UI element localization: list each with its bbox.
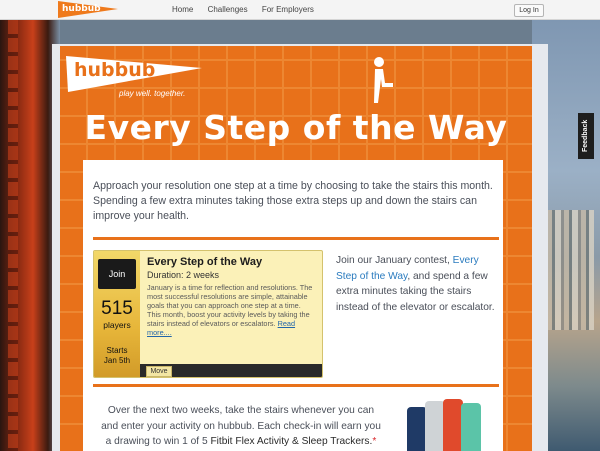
background-photo-left bbox=[0, 20, 60, 451]
join-button[interactable]: Join bbox=[98, 259, 136, 289]
brand-name: hubbub bbox=[62, 4, 101, 14]
campaign-banner: hubbub play well. together. Every Step o… bbox=[60, 46, 532, 451]
challenge-duration: Duration: 2 weeks bbox=[147, 270, 220, 280]
challenge-footer: Move bbox=[140, 364, 322, 377]
start-date: Starts Jan 5th bbox=[94, 346, 140, 366]
login-button[interactable]: Log In bbox=[514, 4, 544, 17]
challenge-card[interactable]: Join 515 players Starts Jan 5th Every St… bbox=[93, 250, 323, 378]
challenge-sidebar: Join 515 players Starts Jan 5th bbox=[94, 251, 140, 377]
stairs-walker-icon bbox=[374, 57, 393, 103]
intro-paragraph: Approach your resolution one step at a t… bbox=[93, 180, 493, 222]
page-title: Every Step of the Way bbox=[84, 108, 508, 147]
starts-label: Starts bbox=[106, 346, 128, 355]
challenge-title[interactable]: Every Step of the Way bbox=[147, 256, 319, 268]
prize-highlight: Fitbit Flex Activity & Sleep Trackers. bbox=[210, 436, 373, 447]
starts-date: Jan 5th bbox=[103, 356, 131, 365]
nav-challenges[interactable]: Challenges bbox=[208, 5, 248, 14]
nav-home[interactable]: Home bbox=[172, 5, 193, 14]
divider bbox=[93, 384, 499, 387]
fitbit-trackers-image bbox=[407, 399, 481, 451]
contest-paragraph: Join our January contest, Every Step of … bbox=[336, 253, 496, 315]
players-count: 515 bbox=[101, 298, 133, 319]
move-button[interactable]: Move bbox=[146, 366, 172, 377]
contest-text-prefix: Join our January contest, bbox=[336, 255, 453, 266]
nav-for-employers[interactable]: For Employers bbox=[262, 5, 314, 14]
challenge-description-1: January is a time for reflection and res… bbox=[147, 283, 313, 310]
feedback-tab[interactable]: Feedback bbox=[578, 113, 594, 159]
prize-paragraph: Over the next two weeks, take the stairs… bbox=[101, 403, 381, 450]
main-nav: Home Challenges For Employers bbox=[172, 5, 326, 14]
top-navigation-bar: hubbub Home Challenges For Employers Log… bbox=[0, 0, 600, 20]
divider bbox=[93, 237, 499, 240]
svg-text:hubbub: hubbub bbox=[74, 59, 155, 81]
challenge-description: January is a time for reflection and res… bbox=[147, 283, 319, 337]
content-card: Approach your resolution one step at a t… bbox=[83, 160, 503, 451]
hubbub-header-logo[interactable]: hubbub bbox=[58, 1, 118, 18]
prize-asterisk: * bbox=[372, 436, 377, 447]
players-label: players bbox=[103, 320, 131, 330]
tagline: play well. together. bbox=[119, 89, 186, 98]
challenge-details: Every Step of the Way Duration: 2 weeks … bbox=[147, 256, 319, 337]
